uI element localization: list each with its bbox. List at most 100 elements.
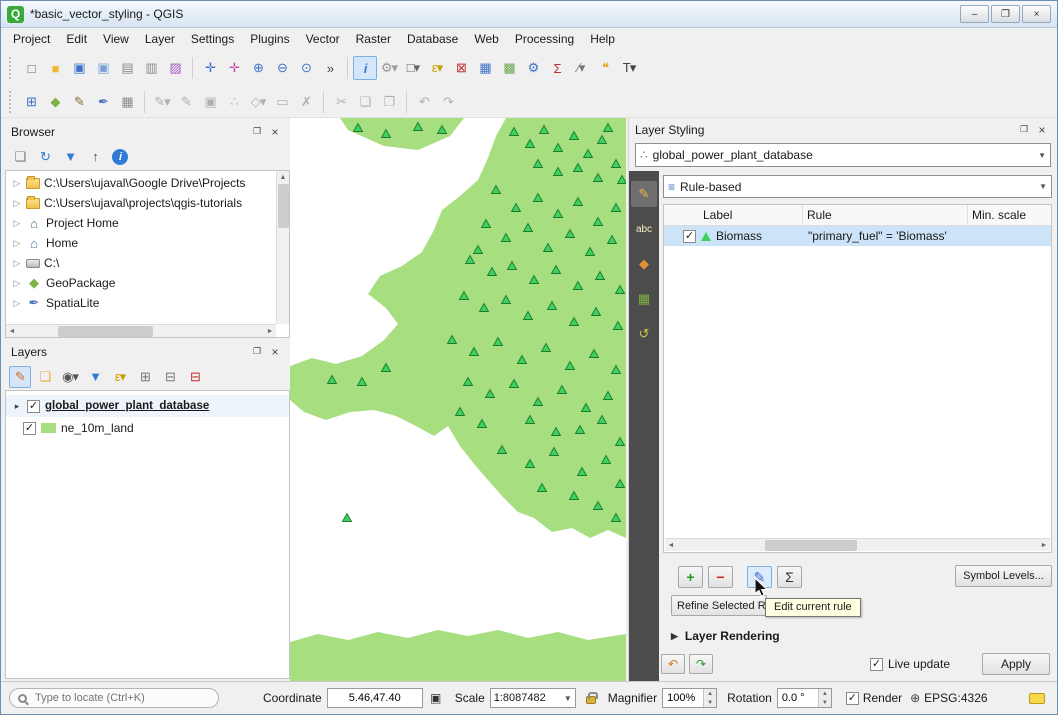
- redo-button[interactable]: ↷: [436, 90, 460, 114]
- save-layer-edits-button[interactable]: ▣: [198, 90, 222, 114]
- statistics-panel-button[interactable]: Σ: [545, 56, 569, 80]
- new-project-button[interactable]: □: [19, 56, 43, 80]
- tab-labels[interactable]: abc: [631, 216, 657, 242]
- paste-features-button[interactable]: ❐: [377, 90, 401, 114]
- add-group-button[interactable]: ❏: [34, 366, 56, 388]
- style-manager-button[interactable]: ▨: [163, 56, 187, 80]
- remove-layer-button[interactable]: ⊟: [184, 366, 206, 388]
- toolbar-overflow-button[interactable]: »: [318, 56, 342, 80]
- browser-vertical-scrollbar[interactable]: ▲: [276, 171, 289, 324]
- crs-status[interactable]: EPSG:4326: [924, 691, 987, 705]
- toolbar-grip[interactable]: [9, 57, 15, 79]
- rule-checkbox[interactable]: [683, 230, 696, 243]
- new-spatialite-layer-button[interactable]: ✒: [91, 90, 115, 114]
- menu-web[interactable]: Web: [466, 29, 506, 49]
- add-selected-layers-button[interactable]: ❏: [9, 146, 31, 168]
- layer-label[interactable]: global_power_plant_database: [45, 400, 209, 412]
- renderer-select[interactable]: ≡ Rule-based ▼: [663, 175, 1052, 198]
- locate-box[interactable]: [9, 688, 219, 708]
- expander-icon[interactable]: ▷: [12, 218, 22, 229]
- close-panel-button[interactable]: ×: [1033, 122, 1051, 137]
- text-annotation-button[interactable]: T▾: [617, 56, 641, 80]
- scroll-left-icon[interactable]: ◄: [6, 325, 18, 337]
- scale-select[interactable]: 1:8087482 ▼: [490, 688, 576, 708]
- tab-3d-view[interactable]: ◆: [631, 251, 657, 277]
- browser-item-c-drive[interactable]: ▷ C:\: [6, 253, 276, 273]
- spin-down-icon[interactable]: ▼: [704, 698, 716, 707]
- live-update-checkbox[interactable]: [870, 658, 883, 671]
- maximize-button[interactable]: ❐: [991, 5, 1020, 23]
- layer-row-ne-10m-land[interactable]: ne_10m_land: [6, 417, 289, 439]
- rotation-spinner[interactable]: ▲▼: [777, 688, 832, 708]
- add-feature-button[interactable]: ∴: [222, 90, 246, 114]
- menu-layer[interactable]: Layer: [137, 29, 183, 49]
- minimize-button[interactable]: –: [960, 5, 989, 23]
- expander-icon[interactable]: ▸: [12, 401, 22, 412]
- scroll-right-icon[interactable]: ►: [264, 325, 276, 337]
- expander-icon[interactable]: ▷: [12, 258, 22, 269]
- open-styling-panel-button[interactable]: ✎: [9, 366, 31, 388]
- style-redo-button[interactable]: ↷: [689, 654, 713, 674]
- new-virtual-layer-button[interactable]: ▦: [115, 90, 139, 114]
- column-header-min-scale[interactable]: Min. scale: [968, 205, 1051, 225]
- lock-scale-icon[interactable]: [586, 696, 596, 704]
- menu-edit[interactable]: Edit: [58, 29, 95, 49]
- current-edits-button[interactable]: ✎▾: [150, 90, 174, 114]
- menu-view[interactable]: View: [95, 29, 137, 49]
- processing-toolbox-button[interactable]: ⚙: [521, 56, 545, 80]
- scroll-up-icon[interactable]: ▲: [277, 171, 289, 183]
- browser-horizontal-scrollbar[interactable]: ◄ ►: [6, 324, 276, 337]
- expand-all-button[interactable]: ⊞: [134, 366, 156, 388]
- browser-item-drive-folder-1[interactable]: ▷ C:\Users\ujaval\Google Drive\Projects: [6, 173, 276, 193]
- browser-item-spatialite[interactable]: ▷ ✒ SpatiaLite: [6, 293, 276, 313]
- zoom-out-button[interactable]: ⊖: [270, 56, 294, 80]
- map-canvas[interactable]: [290, 118, 626, 681]
- close-panel-button[interactable]: ×: [266, 344, 284, 359]
- refine-selected-rules-button[interactable]: Refine Selected R: [671, 595, 767, 616]
- select-by-expression-button[interactable]: ε▾: [425, 56, 449, 80]
- filter-legend-button[interactable]: ▼: [84, 366, 106, 388]
- zoom-full-button[interactable]: ⊙: [294, 56, 318, 80]
- statistical-summary-button[interactable]: ▩: [497, 56, 521, 80]
- expander-icon[interactable]: ▷: [12, 178, 22, 189]
- layer-visibility-checkbox[interactable]: [27, 400, 40, 413]
- cut-features-button[interactable]: ✂: [329, 90, 353, 114]
- filter-by-expression-button[interactable]: ε▾: [109, 366, 131, 388]
- tab-diagrams[interactable]: ▦: [631, 286, 657, 312]
- map-tips-button[interactable]: ❝: [593, 56, 617, 80]
- expander-icon[interactable]: ▷: [12, 198, 22, 209]
- toggle-editing-button[interactable]: ✎: [174, 90, 198, 114]
- layer-rendering-section[interactable]: ▶ Layer Rendering: [671, 629, 780, 643]
- pan-map-button[interactable]: ✛: [198, 56, 222, 80]
- column-header-rule[interactable]: Rule: [803, 205, 968, 225]
- menu-settings[interactable]: Settings: [183, 29, 242, 49]
- magnifier-input[interactable]: [663, 689, 703, 707]
- properties-button[interactable]: i: [112, 149, 128, 165]
- float-panel-button[interactable]: ❐: [248, 124, 266, 139]
- modify-attributes-button[interactable]: ▭: [270, 90, 294, 114]
- float-panel-button[interactable]: ❐: [248, 344, 266, 359]
- apply-button[interactable]: Apply: [982, 653, 1050, 675]
- scrollbar-thumb[interactable]: [58, 326, 153, 337]
- column-header-label[interactable]: Label: [664, 205, 803, 225]
- refresh-button[interactable]: ↻: [34, 146, 56, 168]
- identify-features-button[interactable]: i: [353, 56, 377, 80]
- scrollbar-thumb[interactable]: [765, 540, 857, 551]
- rule-row-biomass[interactable]: Biomass "primary_fuel" = 'Biomass': [664, 226, 1051, 246]
- scroll-left-icon[interactable]: ◄: [665, 539, 677, 551]
- style-undo-button[interactable]: ↶: [661, 654, 685, 674]
- menu-database[interactable]: Database: [399, 29, 466, 49]
- open-project-button[interactable]: ■: [43, 56, 67, 80]
- measure-button[interactable]: ∕▾: [569, 56, 593, 80]
- data-source-manager-button[interactable]: ⊞: [19, 90, 43, 114]
- new-geopackage-layer-button[interactable]: ◆: [43, 90, 67, 114]
- close-button[interactable]: ×: [1022, 5, 1051, 23]
- menu-plugins[interactable]: Plugins: [242, 29, 297, 49]
- menu-help[interactable]: Help: [582, 29, 623, 49]
- add-rule-button[interactable]: +: [678, 566, 703, 588]
- collapse-all-button[interactable]: ⊟: [159, 366, 181, 388]
- save-project-as-button[interactable]: ▣: [91, 56, 115, 80]
- collapse-all-button[interactable]: ↑: [84, 146, 106, 168]
- pan-to-selection-button[interactable]: ✛: [222, 56, 246, 80]
- delete-selected-button[interactable]: ✗: [294, 90, 318, 114]
